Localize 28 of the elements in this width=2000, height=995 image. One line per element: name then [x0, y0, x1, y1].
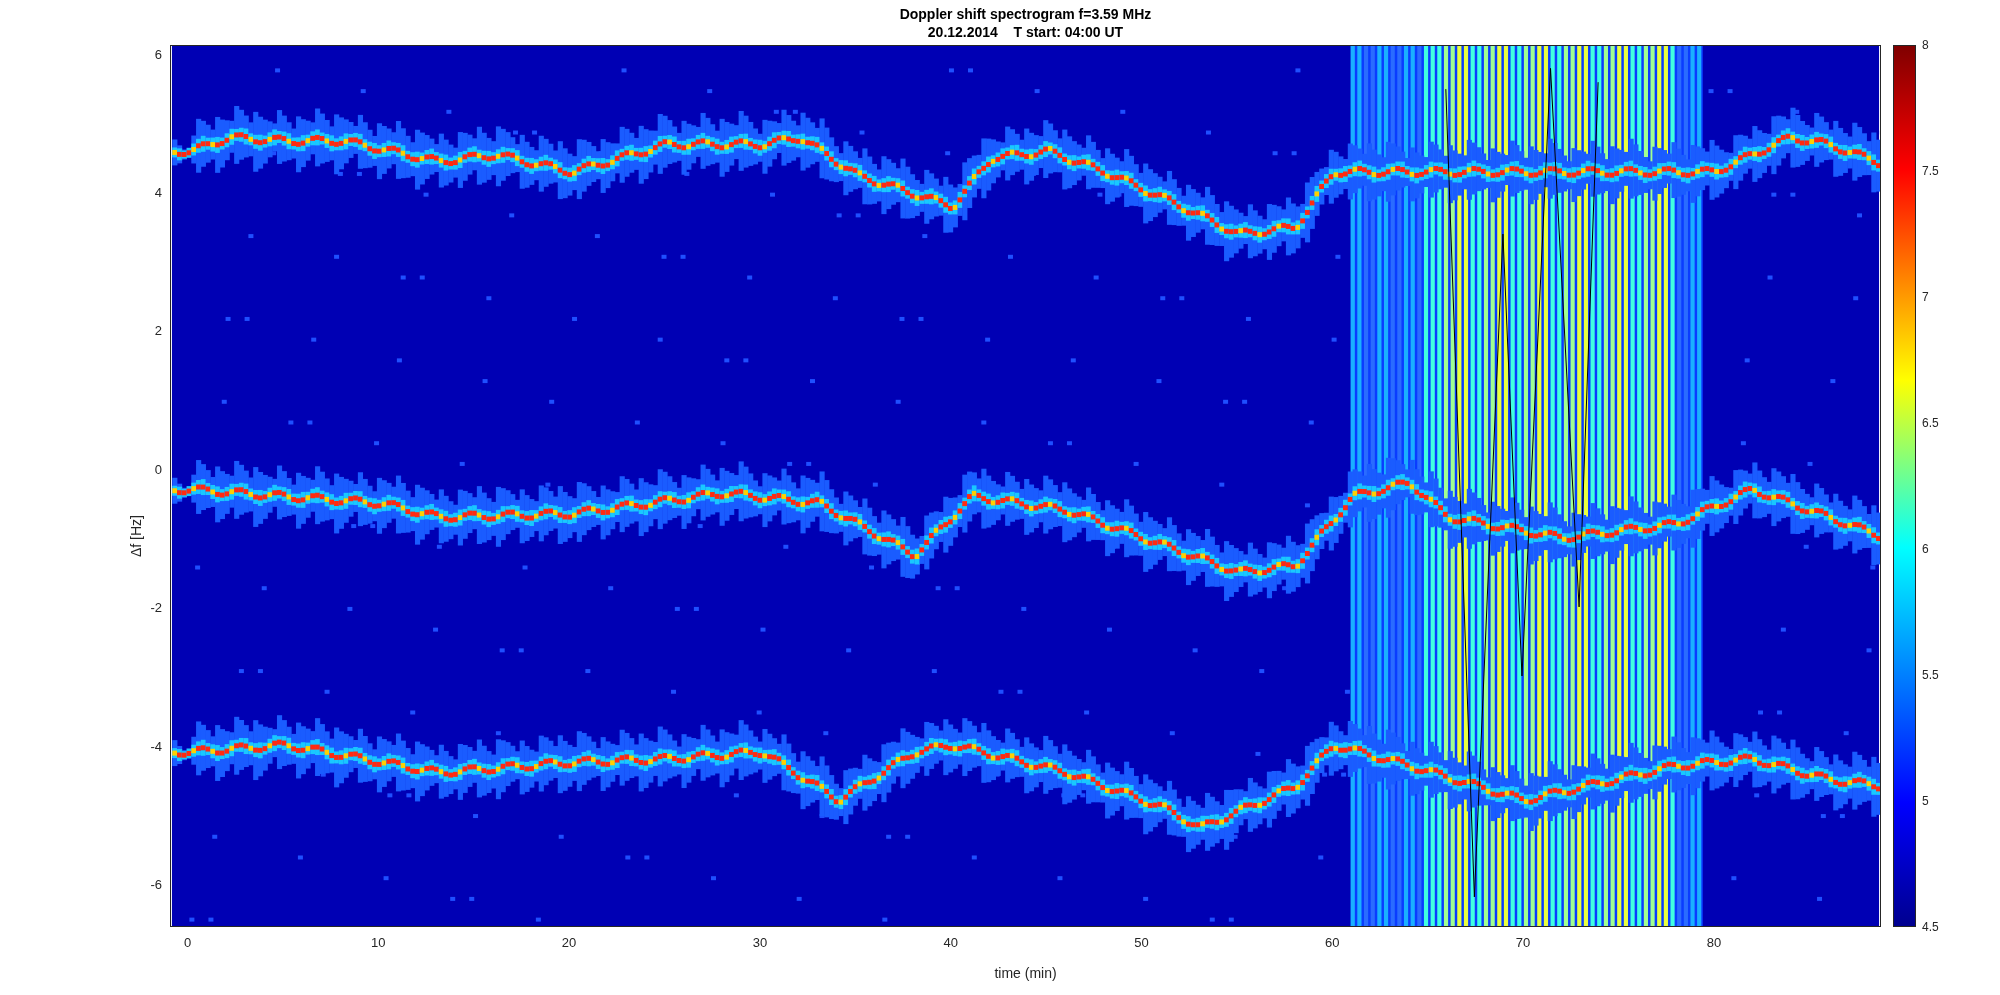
colorbar-tick-label: 6.5 [1922, 416, 1939, 430]
colorbar-tick-label: 8 [1922, 38, 1929, 52]
x-tick-label: 40 [943, 935, 958, 950]
y-tick-label: 6 [154, 46, 162, 62]
y-tick-label: 0 [154, 461, 162, 477]
chart-title: Doppler shift spectrogram f=3.59 MHz [899, 5, 1152, 22]
x-tick-label: 60 [1325, 935, 1340, 950]
y-tick-label: -4 [150, 738, 162, 754]
x-axis-label: time (min) [994, 965, 1057, 981]
colorbar-tick-label: 6 [1922, 542, 1929, 556]
y-tick-label: -6 [150, 876, 162, 892]
y-tick-label: -2 [150, 599, 162, 615]
x-tick-label: 10 [371, 935, 386, 950]
x-tick-label: 80 [1706, 935, 1722, 950]
x-tick-label: 50 [1134, 935, 1149, 950]
y-tick-label: 4 [154, 184, 162, 200]
colorbar-tick-label: 5 [1922, 794, 1929, 808]
colorbar-tick-label: 4.5 [1922, 920, 1939, 934]
x-tick-label: 20 [561, 935, 577, 950]
x-tick-label: 0 [183, 935, 192, 950]
x-tick-label: 30 [752, 935, 768, 950]
colorbar-tick-label: 7 [1922, 290, 1929, 304]
y-axis-label: Δf [Hz] [128, 515, 144, 557]
colorbar-tick-label: 5.5 [1922, 668, 1939, 682]
x-tick-label: 70 [1515, 935, 1531, 950]
colorbar-tick-label: 7.5 [1922, 164, 1939, 178]
chart-title: 20.12.2014 T start: 04:00 UT [927, 23, 1124, 40]
y-tick-label: 2 [154, 322, 162, 338]
